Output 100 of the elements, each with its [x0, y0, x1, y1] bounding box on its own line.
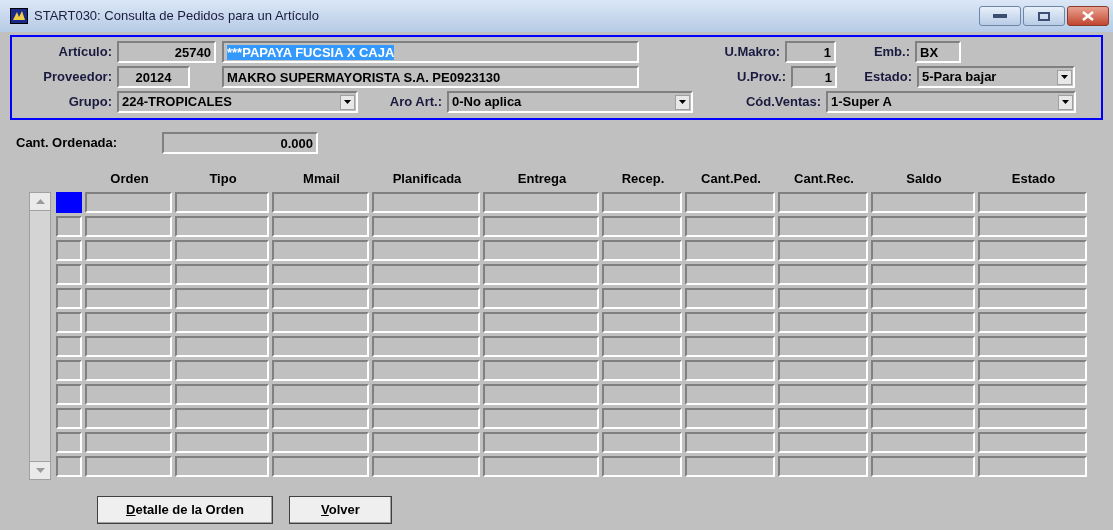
- grid-cell[interactable]: [372, 192, 480, 213]
- grid-cell[interactable]: [483, 216, 599, 237]
- grid-cell[interactable]: [602, 408, 682, 429]
- grid-cell[interactable]: [778, 264, 868, 285]
- row-indicator[interactable]: [56, 456, 82, 477]
- row-indicator[interactable]: [56, 264, 82, 285]
- grid-cell[interactable]: [372, 360, 480, 381]
- grid-cell[interactable]: [778, 312, 868, 333]
- grid-cell[interactable]: [483, 192, 599, 213]
- row-indicator[interactable]: [56, 384, 82, 405]
- grid-cell[interactable]: [483, 264, 599, 285]
- grid-cell[interactable]: [778, 432, 868, 453]
- articulo-code-field[interactable]: 25740: [117, 41, 216, 63]
- grid-cell[interactable]: [685, 384, 775, 405]
- grid-cell[interactable]: [871, 432, 975, 453]
- grid-cell[interactable]: [778, 384, 868, 405]
- grid-cell[interactable]: [272, 216, 369, 237]
- grid-cell[interactable]: [483, 288, 599, 309]
- grid-cell[interactable]: [272, 288, 369, 309]
- grid-cell[interactable]: [685, 456, 775, 477]
- grid-cell[interactable]: [483, 432, 599, 453]
- scrollbar[interactable]: [29, 192, 51, 480]
- grid-cell[interactable]: [602, 360, 682, 381]
- grid-cell[interactable]: [871, 384, 975, 405]
- grid-cell[interactable]: [85, 288, 172, 309]
- grid-cell[interactable]: [483, 240, 599, 261]
- cant-ordenada-field[interactable]: 0.000: [162, 132, 318, 154]
- grid-cell[interactable]: [85, 360, 172, 381]
- grid-cell[interactable]: [272, 336, 369, 357]
- grid-cell[interactable]: [372, 312, 480, 333]
- grid-cell[interactable]: [85, 240, 172, 261]
- grid-cell[interactable]: [272, 264, 369, 285]
- grid-cell[interactable]: [372, 288, 480, 309]
- grid-cell[interactable]: [685, 240, 775, 261]
- grid-cell[interactable]: [85, 216, 172, 237]
- grid-cell[interactable]: [272, 432, 369, 453]
- grid-cell[interactable]: [85, 456, 172, 477]
- row-indicator[interactable]: [56, 408, 82, 429]
- grid-cell[interactable]: [175, 456, 269, 477]
- grid-cell[interactable]: [778, 336, 868, 357]
- grid-cell[interactable]: [685, 360, 775, 381]
- grupo-dropdown[interactable]: 224-TROPICALES: [117, 91, 358, 113]
- grid-cell[interactable]: [871, 288, 975, 309]
- grid-cell[interactable]: [175, 264, 269, 285]
- u-prov-field[interactable]: 1: [791, 66, 837, 88]
- grid-cell[interactable]: [85, 264, 172, 285]
- grid-cell[interactable]: [175, 192, 269, 213]
- grid-cell[interactable]: [602, 240, 682, 261]
- grid-cell[interactable]: [85, 192, 172, 213]
- grid-cell[interactable]: [871, 336, 975, 357]
- grid-cell[interactable]: [978, 240, 1087, 261]
- grid-cell[interactable]: [483, 456, 599, 477]
- grid-cell[interactable]: [272, 312, 369, 333]
- emb-field[interactable]: BX: [915, 41, 961, 63]
- grid-cell[interactable]: [978, 288, 1087, 309]
- grid-cell[interactable]: [778, 360, 868, 381]
- grid-cell[interactable]: [602, 288, 682, 309]
- grid-cell[interactable]: [175, 216, 269, 237]
- grid-cell[interactable]: [602, 432, 682, 453]
- grid-cell[interactable]: [778, 408, 868, 429]
- grid-cell[interactable]: [978, 192, 1087, 213]
- grid-cell[interactable]: [685, 312, 775, 333]
- grid-cell[interactable]: [685, 336, 775, 357]
- grid-cell[interactable]: [175, 408, 269, 429]
- grid-cell[interactable]: [483, 336, 599, 357]
- grid-cell[interactable]: [175, 336, 269, 357]
- minimize-button[interactable]: [979, 6, 1021, 26]
- action-button[interactable]: Detalle de la Orden: [97, 496, 273, 524]
- grid-cell[interactable]: [85, 312, 172, 333]
- grid-cell[interactable]: [871, 216, 975, 237]
- grid-cell[interactable]: [602, 456, 682, 477]
- grid-cell[interactable]: [871, 408, 975, 429]
- grid-cell[interactable]: [778, 216, 868, 237]
- grid-cell[interactable]: [685, 192, 775, 213]
- grid-cell[interactable]: [778, 288, 868, 309]
- grid-cell[interactable]: [978, 216, 1087, 237]
- grid-cell[interactable]: [871, 312, 975, 333]
- cod-ventas-dropdown[interactable]: 1-Super A: [826, 91, 1076, 113]
- maximize-button[interactable]: [1023, 6, 1065, 26]
- grid-cell[interactable]: [372, 264, 480, 285]
- grid-cell[interactable]: [685, 216, 775, 237]
- grid-cell[interactable]: [778, 240, 868, 261]
- grid-cell[interactable]: [602, 312, 682, 333]
- grid-cell[interactable]: [272, 408, 369, 429]
- close-button[interactable]: [1067, 6, 1109, 26]
- row-indicator[interactable]: [56, 336, 82, 357]
- grid-cell[interactable]: [685, 288, 775, 309]
- grid-cell[interactable]: [372, 336, 480, 357]
- grid-cell[interactable]: [602, 216, 682, 237]
- row-indicator[interactable]: [56, 288, 82, 309]
- grid-cell[interactable]: [778, 456, 868, 477]
- proveedor-code-field[interactable]: 20124: [117, 66, 190, 88]
- grid-cell[interactable]: [85, 384, 172, 405]
- grid-cell[interactable]: [685, 408, 775, 429]
- estado-dropdown[interactable]: 5-Para bajar: [917, 66, 1075, 88]
- grid-cell[interactable]: [978, 312, 1087, 333]
- grid-cell[interactable]: [85, 408, 172, 429]
- grid-cell[interactable]: [978, 432, 1087, 453]
- grid-cell[interactable]: [372, 240, 480, 261]
- grid-cell[interactable]: [175, 240, 269, 261]
